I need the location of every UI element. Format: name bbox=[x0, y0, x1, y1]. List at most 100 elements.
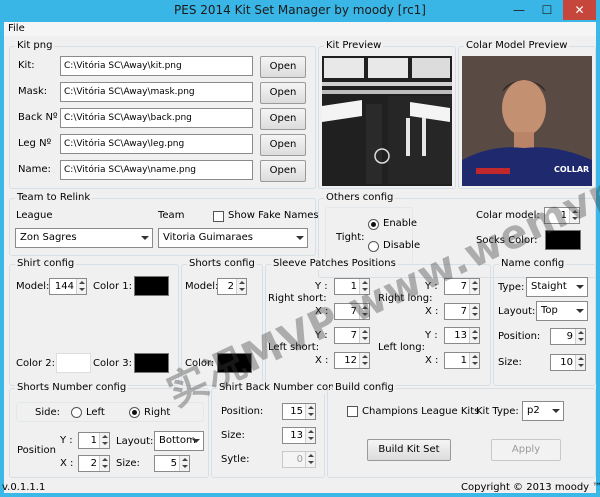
right-long-x-stepper[interactable]: 7 bbox=[444, 303, 480, 320]
shorts-config-caption: Shorts config bbox=[187, 258, 257, 270]
kit-png-group: Kit png Kit: C:\Vitória SC\Away\kit.png … bbox=[9, 40, 316, 189]
back-number-position-stepper[interactable]: 15 bbox=[282, 403, 316, 420]
mask-path-input[interactable]: C:\Vitória SC\Away\mask.png bbox=[60, 82, 253, 102]
shirt-color1-label: Color 1: bbox=[93, 281, 133, 292]
team-dropdown[interactable]: Vitoria Guimaraes bbox=[158, 228, 308, 248]
league-label: League bbox=[16, 210, 53, 221]
right-long-x-label: X : bbox=[425, 306, 439, 317]
spin-icon[interactable] bbox=[305, 452, 315, 467]
build-kit-set-button[interactable]: Build Kit Set bbox=[367, 439, 451, 461]
shirt-model-label: Model: bbox=[16, 281, 50, 292]
spin-icon[interactable] bbox=[575, 329, 585, 344]
name-layout-dropdown[interactable]: Top bbox=[536, 301, 588, 321]
show-fake-names-label: Show Fake Names bbox=[228, 210, 319, 221]
tight-enable-radio[interactable] bbox=[368, 219, 379, 230]
kit-path-input[interactable]: C:\Vitória SC\Away\kit.png bbox=[60, 56, 253, 76]
name-position-label: Position: bbox=[498, 331, 541, 342]
spin-icon[interactable] bbox=[575, 355, 585, 370]
side-left-label: Left bbox=[86, 407, 105, 418]
title-bar[interactable]: PES 2014 Kit Set Manager by moody [rc1] … bbox=[0, 0, 600, 22]
name-size-stepper[interactable]: 10 bbox=[550, 354, 586, 371]
leg-path-input[interactable]: C:\Vitória SC\Away\leg.png bbox=[60, 134, 253, 154]
left-long-y-stepper[interactable]: 13 bbox=[444, 327, 480, 344]
tight-disable-radio[interactable] bbox=[368, 241, 379, 252]
shorts-number-size-label: Size: bbox=[116, 458, 140, 469]
leg-number-label: Leg Nº bbox=[18, 138, 52, 149]
name-config-group: Name config Type: Staight Layout: Top Po… bbox=[493, 258, 596, 386]
chevron-down-icon bbox=[293, 229, 307, 247]
spin-icon[interactable] bbox=[305, 428, 315, 443]
shorts-number-size-stepper[interactable]: 5 bbox=[154, 455, 190, 472]
kit-type-dropdown[interactable]: p2 bbox=[522, 401, 564, 421]
maximize-icon[interactable]: ☐ bbox=[534, 0, 560, 20]
spin-icon[interactable] bbox=[469, 328, 479, 343]
right-long-x-value: 7 bbox=[460, 306, 467, 317]
tight-label: Tight: bbox=[336, 232, 365, 243]
shorts-number-x-value: 2 bbox=[90, 458, 97, 469]
spin-icon[interactable] bbox=[359, 353, 369, 368]
shorts-model-label: Model: bbox=[185, 281, 219, 292]
shorts-number-position-label: Position bbox=[17, 445, 56, 456]
shorts-number-layout-dropdown[interactable]: Bottom bbox=[154, 431, 204, 451]
name-type-label: Type: bbox=[498, 282, 525, 293]
back-path-input[interactable]: C:\Vitória SC\Away\back.png bbox=[60, 108, 253, 128]
build-config-caption: Build config bbox=[333, 382, 396, 394]
open-back-button[interactable]: Open bbox=[260, 108, 306, 130]
shorts-number-y-value: 1 bbox=[90, 435, 97, 446]
shirt-color2-swatch[interactable] bbox=[56, 353, 91, 373]
spin-icon[interactable] bbox=[76, 279, 86, 294]
colar-preview-group: Colar Model Preview COLLAR bbox=[458, 40, 596, 189]
apply-button[interactable]: Apply bbox=[491, 439, 561, 461]
champions-league-checkbox[interactable] bbox=[347, 406, 358, 417]
name-path-input[interactable]: C:\Vitória SC\Away\name.png bbox=[60, 160, 253, 180]
champions-league-label: Champions League Kits bbox=[362, 406, 480, 417]
left-long-x-stepper[interactable]: 1 bbox=[444, 352, 480, 369]
left-long-y-value: 13 bbox=[454, 330, 467, 341]
open-kit-button[interactable]: Open bbox=[260, 56, 306, 78]
open-name-button[interactable]: Open bbox=[260, 160, 306, 182]
team-relink-caption: Team to Relink bbox=[15, 192, 93, 204]
show-fake-names-checkbox[interactable] bbox=[213, 211, 224, 222]
spin-icon[interactable] bbox=[99, 433, 109, 448]
shirt-back-number-group: Shirt Back Number config Position: 15 Si… bbox=[211, 382, 350, 478]
chevron-down-icon bbox=[573, 278, 587, 296]
open-mask-button[interactable]: Open bbox=[260, 82, 306, 104]
shorts-number-y-stepper[interactable]: 1 bbox=[78, 432, 110, 449]
shorts-model-stepper[interactable]: 2 bbox=[217, 278, 247, 295]
spin-icon[interactable] bbox=[236, 279, 246, 294]
league-value: Zon Sagres bbox=[20, 232, 77, 243]
chevron-down-icon bbox=[549, 402, 563, 420]
side-left-radio[interactable] bbox=[71, 407, 82, 418]
minimize-icon[interactable]: — bbox=[506, 0, 532, 20]
spin-icon[interactable] bbox=[469, 304, 479, 319]
close-icon[interactable]: ✕ bbox=[563, 0, 596, 20]
spin-icon[interactable] bbox=[99, 456, 109, 471]
back-number-style-stepper[interactable]: 0 bbox=[282, 451, 316, 468]
kit-preview-image bbox=[322, 56, 452, 186]
name-layout-label: Layout: bbox=[498, 306, 536, 317]
menu-file[interactable]: File bbox=[8, 23, 25, 34]
kit-type-label: Kit Type: bbox=[476, 406, 519, 417]
name-position-stepper[interactable]: 9 bbox=[550, 328, 586, 345]
left-short-x-stepper[interactable]: 12 bbox=[334, 352, 370, 369]
spin-icon[interactable] bbox=[469, 353, 479, 368]
name-position-value: 9 bbox=[566, 331, 573, 342]
shorts-number-x-stepper[interactable]: 2 bbox=[78, 455, 110, 472]
build-config-group: Build config Champions League Kits Kit T… bbox=[327, 382, 596, 478]
name-size-value: 10 bbox=[560, 357, 573, 368]
shirt-model-stepper[interactable]: 144 bbox=[49, 278, 87, 295]
name-layout-value: Top bbox=[541, 305, 558, 316]
left-short-x-value: 12 bbox=[344, 355, 357, 366]
back-number-size-stepper[interactable]: 13 bbox=[282, 427, 316, 444]
spin-icon[interactable] bbox=[305, 404, 315, 419]
league-dropdown[interactable]: Zon Sagres bbox=[15, 228, 153, 248]
name-type-dropdown[interactable]: Staight bbox=[526, 277, 588, 297]
back-number-size-value: 13 bbox=[290, 430, 303, 441]
shirt-color3-label: Color 3: bbox=[93, 358, 133, 369]
back-number-style-value: 0 bbox=[296, 454, 303, 465]
open-leg-button[interactable]: Open bbox=[260, 134, 306, 156]
side-right-radio[interactable] bbox=[129, 407, 140, 418]
shorts-number-y-label: Y : bbox=[60, 435, 73, 446]
shirt-color1-swatch[interactable] bbox=[134, 276, 169, 296]
spin-icon[interactable] bbox=[179, 456, 189, 471]
